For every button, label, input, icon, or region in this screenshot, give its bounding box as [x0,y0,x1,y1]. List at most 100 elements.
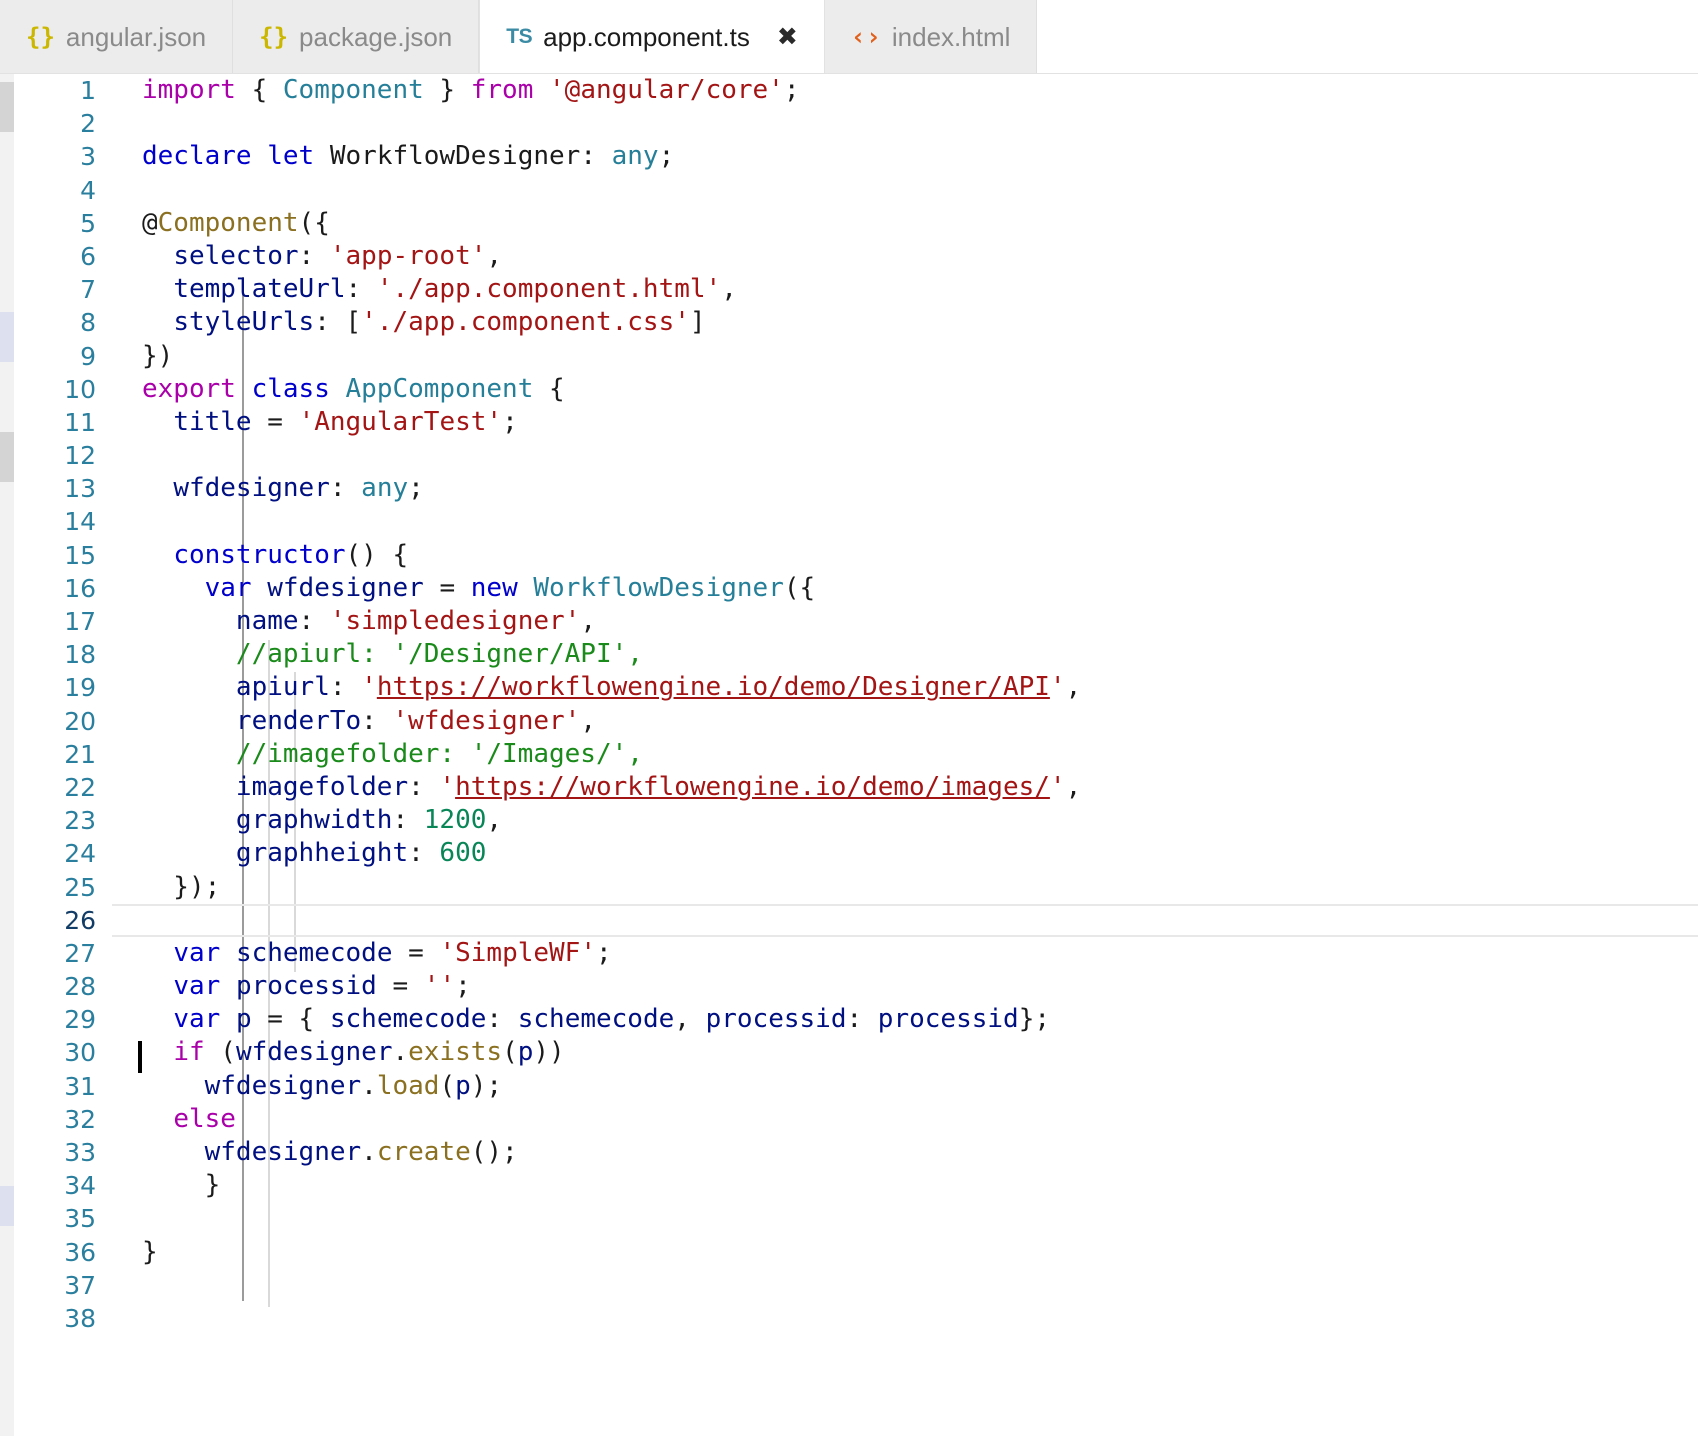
editor-tab-bar: {} angular.json {}package.jsonTSapp.compon… [0,0,1698,74]
line-number: 22 [14,771,96,804]
code-line[interactable]: wfdesigner: any; [112,472,1698,505]
code-content-area[interactable]: import { Component } from '@angular/core… [112,74,1698,1436]
code-token [142,706,236,736]
tab-package-json[interactable]: {}package.json [233,0,479,73]
code-token: imagefolder [236,772,408,802]
code-token: processid [706,1004,847,1034]
code-line[interactable] [112,1202,1698,1235]
json-braces-icon: {} [26,25,55,49]
code-line[interactable]: }); [112,871,1698,904]
code-line[interactable]: graphheight: 600 [112,837,1698,870]
code-token: ({ [299,208,330,238]
code-token [142,1004,173,1034]
line-number: 19 [14,671,96,704]
code-token: = [424,573,471,603]
code-token: let [267,141,314,171]
code-token: }) [142,341,173,371]
tab-angular-json[interactable]: {} angular.json [0,0,233,73]
code-line[interactable]: else [112,1103,1698,1136]
code-line[interactable]: var processid = ''; [112,970,1698,1003]
code-line[interactable] [112,174,1698,207]
line-number: 6 [14,240,96,273]
code-token: , [674,1004,705,1034]
code-line[interactable]: var wfdesigner = new WorkflowDesigner({ [112,572,1698,605]
code-token: } [142,1170,220,1200]
code-token [220,971,236,1001]
code-token: '@angular/core' [549,75,784,105]
code-line[interactable]: renderTo: 'wfdesigner', [112,705,1698,738]
code-line[interactable]: selector: 'app-root', [112,240,1698,273]
code-token: new [471,573,518,603]
code-line[interactable]: @Component({ [112,207,1698,240]
code-line[interactable]: constructor() { [112,539,1698,572]
code-token [142,1104,173,1134]
code-line[interactable]: //apiurl: '/Designer/API', [112,638,1698,671]
code-token: graphwidth [236,805,393,835]
code-line[interactable]: name: 'simpledesigner', [112,605,1698,638]
code-token [518,573,534,603]
overview-ruler[interactable] [0,74,14,1436]
line-number: 29 [14,1003,96,1036]
code-line[interactable]: export class AppComponent { [112,373,1698,406]
code-line[interactable] [112,1269,1698,1302]
code-token: processid [878,1004,1019,1034]
line-number: 5 [14,207,96,240]
close-icon[interactable]: ✖ [777,24,798,49]
code-line[interactable]: wfdesigner.create(); [112,1136,1698,1169]
code-token [252,573,268,603]
code-token: else [173,1104,236,1134]
code-line[interactable] [112,904,1698,937]
code-line[interactable]: import { Component } from '@angular/core… [112,74,1698,107]
html-angle-icon: ‹› [851,24,881,49]
code-line[interactable]: styleUrls: ['./app.component.css'] [112,306,1698,339]
code-line[interactable]: } [112,1236,1698,1269]
tab-bar-empty-space [1037,0,1698,73]
line-number: 9 [14,340,96,373]
code-line[interactable]: graphwidth: 1200, [112,804,1698,837]
code-line[interactable]: declare let WorkflowDesigner: any; [112,140,1698,173]
code-lines[interactable]: import { Component } from '@angular/core… [112,74,1698,1335]
code-line[interactable] [112,1302,1698,1335]
tab-app-component-ts[interactable]: TSapp.component.ts✖ [479,0,825,73]
code-line[interactable]: if (wfdesigner.exists(p)) [112,1036,1698,1069]
code-token: WorkflowDesigner [533,573,783,603]
code-line[interactable]: } [112,1169,1698,1202]
tab-label: package.json [299,24,452,50]
code-token: schemecode [236,938,393,968]
code-token [314,141,330,171]
code-line[interactable]: wfdesigner.load(p); [112,1070,1698,1103]
code-token: ( [439,1071,455,1101]
code-token: export [142,374,236,404]
code-line[interactable]: //imagefolder: '/Images/', [112,738,1698,771]
code-line[interactable] [112,107,1698,140]
code-token: var [205,573,252,603]
code-token: ] [690,307,706,337]
code-line[interactable]: var p = { schemecode: schemecode, proces… [112,1003,1698,1036]
code-token: import [142,75,236,105]
code-token [142,540,173,570]
code-line[interactable]: apiurl: 'https://workflowengine.io/demo/… [112,671,1698,704]
code-token: apiurl [236,672,330,702]
code-token [142,672,236,702]
code-token: schemecode [330,1004,487,1034]
code-token: AppComponent [346,374,534,404]
code-line[interactable] [112,505,1698,538]
tab-label: angular.json [66,24,206,50]
code-line[interactable]: }) [112,340,1698,373]
code-token: ' [1050,772,1066,802]
tab-index-html[interactable]: ‹›index.html [825,0,1038,73]
code-line[interactable]: imagefolder: 'https://workflowengine.io/… [112,771,1698,804]
code-token: ' [1050,672,1066,702]
code-token [142,307,173,337]
text-cursor [138,1041,142,1073]
code-token: ); [471,1071,502,1101]
code-token: : [408,772,439,802]
code-line[interactable]: var schemecode = 'SimpleWF'; [112,937,1698,970]
code-token: () { [346,540,409,570]
code-token [142,739,236,769]
code-token: , [721,274,737,304]
code-line[interactable] [112,439,1698,472]
code-token: , [580,706,596,736]
code-line[interactable]: templateUrl: './app.component.html', [112,273,1698,306]
code-line[interactable]: title = 'AngularTest'; [112,406,1698,439]
